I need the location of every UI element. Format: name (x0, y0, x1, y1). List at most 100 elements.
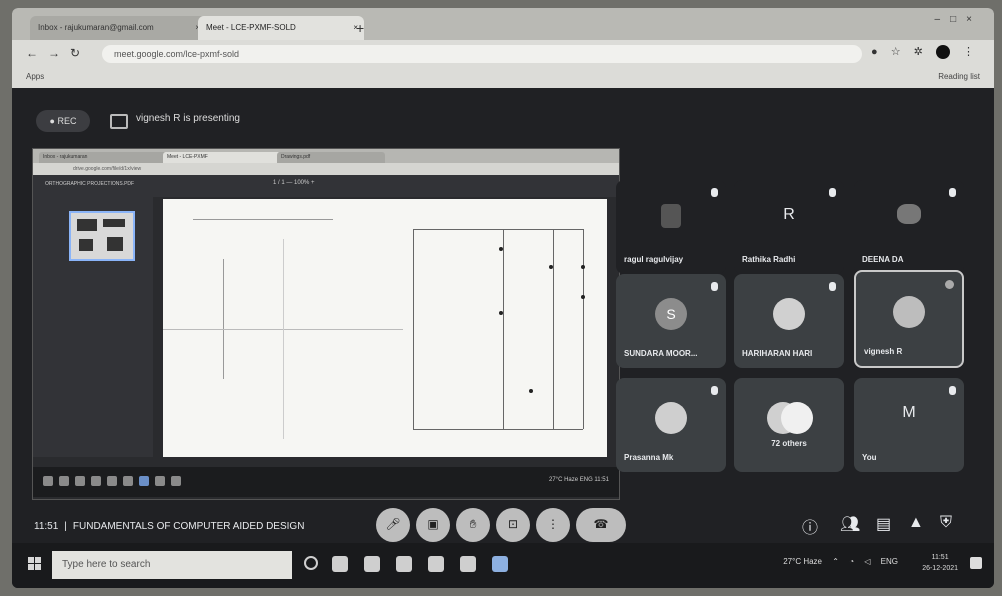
monitor-screen: Inbox - rajukumaran@gmail.com × Meet - L… (12, 8, 994, 588)
back-icon[interactable]: ← (26, 46, 38, 60)
mic-off-icon (829, 188, 836, 197)
presenting-status: vignesh R is presenting (136, 113, 240, 124)
participant-name: Rathika Radhi (742, 255, 796, 264)
present-icon: ⊡ (507, 517, 519, 531)
shared-screen: Inbox - rajukumaran Meet - LCE-PXMF Draw… (32, 148, 620, 500)
page-thumbnail (69, 211, 135, 261)
participant-tile[interactable]: ragul ragulvijay (616, 180, 726, 274)
participant-tile[interactable]: S SUNDARA MOOR... (616, 274, 726, 368)
shared-tab: Inbox - rajukumaran (39, 152, 167, 163)
cortana-icon[interactable] (304, 556, 318, 570)
participant-tile[interactable]: HARIHARAN HARI (734, 274, 844, 368)
profile-avatar[interactable] (935, 45, 950, 60)
present-screen-icon (110, 114, 128, 129)
participant-name: SUNDARA MOOR... (624, 349, 698, 358)
participant-name: DEENA DA (862, 255, 904, 264)
language-indicator[interactable]: ENG (881, 557, 898, 566)
reload-icon[interactable]: ↻ (70, 46, 80, 60)
extensions-icon[interactable]: ✲ (914, 46, 923, 58)
shared-tab: Drawings.pdf (277, 152, 385, 163)
self-initial: M (902, 404, 916, 421)
self-tile[interactable]: M You (854, 378, 964, 472)
more-options-button[interactable]: ⋮ (536, 508, 570, 542)
toolbar-icons: ● ☆ ✲ ⋮ (861, 45, 974, 60)
address-bar[interactable]: meet.google.com/lce-pxmf-sold (102, 45, 862, 63)
mic-off-icon (949, 386, 956, 395)
clock-time: 11:51 (931, 554, 949, 561)
browser-toolbar: ← → ↻ meet.google.com/lce-pxmf-sold ● ☆ … (12, 40, 994, 68)
recording-badge: ● REC (36, 110, 90, 132)
audio-icon (945, 280, 954, 289)
pdf-pager: 1 / 1 — 100% + (273, 180, 315, 186)
mic-button[interactable]: 🎤︎ (376, 508, 410, 542)
taskbar-search-input[interactable]: Type here to search (52, 551, 292, 579)
present-button[interactable]: ⊡ (496, 508, 530, 542)
leave-call-button[interactable]: ☎ (576, 508, 626, 542)
windows-start-icon[interactable] (28, 557, 42, 571)
mic-off-icon (949, 188, 956, 197)
participant-tile[interactable]: R Rathika Radhi (734, 180, 844, 274)
host-controls-icon[interactable]: ⛨ (940, 514, 952, 532)
edge-icon[interactable] (364, 556, 380, 572)
notification-icon[interactable] (970, 557, 982, 569)
participant-photo (781, 402, 813, 434)
pdf-drawing-page (163, 199, 607, 457)
bookmark-apps[interactable]: Apps (26, 72, 44, 81)
mic-off-icon (711, 282, 718, 291)
weather-status[interactable]: 27°C Haze (783, 557, 822, 566)
menu-icon[interactable]: ⋮ (963, 46, 974, 58)
task-view-icon[interactable] (332, 556, 348, 572)
raise-hand-button[interactable]: ✋︎ (456, 508, 490, 542)
camera-button[interactable]: ▣ (416, 508, 450, 542)
phone-end-icon: ☎ (593, 517, 609, 531)
participant-photo (897, 204, 921, 224)
shared-tab: Meet - LCE-PXMF (163, 152, 281, 163)
window-controls[interactable]: –□× (935, 14, 982, 25)
shared-tab-bar: Inbox - rajukumaran Meet - LCE-PXMF Draw… (33, 149, 619, 163)
hand-icon: ✋︎ (469, 517, 477, 531)
wifi-icon[interactable]: ◔ (849, 557, 854, 566)
browser-tab-meet[interactable]: Meet - LCE-PXMF-SOLD × (198, 16, 364, 40)
mail-icon[interactable] (396, 556, 412, 572)
tab-label: Meet - LCE-PXMF-SOLD (206, 23, 296, 32)
volume-icon[interactable]: ◁ (864, 557, 870, 566)
chat-icon[interactable]: ▤ (876, 514, 891, 534)
tray-arrow-icon[interactable]: ⌃ (832, 557, 839, 566)
bookmarks-bar: Apps Reading list (12, 68, 994, 89)
browser-tab-inbox[interactable]: Inbox - rajukumaran@gmail.com × (30, 16, 206, 40)
mic-off-icon (711, 188, 718, 197)
participant-name: Prasanna Mk (624, 453, 674, 462)
participant-avatar (655, 402, 687, 434)
others-count: 72 others (771, 439, 807, 448)
participant-tile[interactable]: DEENA DA (854, 180, 964, 274)
others-tile[interactable]: 72 others (734, 378, 844, 472)
info-icon[interactable]: ⓘ (802, 514, 818, 538)
photos-icon[interactable] (460, 556, 476, 572)
self-name: You (862, 453, 877, 462)
tab-label: Inbox - rajukumaran@gmail.com (38, 23, 154, 32)
new-tab-button[interactable]: + (356, 20, 364, 36)
participant-photo (893, 296, 925, 328)
shared-tray: 27°C Haze ENG 11:51 (549, 477, 609, 483)
store-icon[interactable] (428, 556, 444, 572)
participant-avatar: S (655, 298, 687, 330)
meet-area: ● REC vignesh R is presenting Inbox - ra… (12, 88, 994, 543)
mic-off-icon (711, 386, 718, 395)
meeting-info: 11:51 | FUNDAMENTALS OF COMPUTER AIDED DES… (34, 521, 305, 532)
participant-tile-presenter[interactable]: vignesh R (854, 270, 964, 368)
shared-taskbar: 27°C Haze ENG 11:51 (33, 467, 619, 497)
bookmark-reading-list[interactable]: Reading list (938, 72, 980, 81)
taskbar-clock[interactable]: 11:51 26-12-2021 (922, 552, 958, 574)
clock-date: 26-12-2021 (922, 565, 958, 572)
people-icon[interactable]: 👥︎ (840, 514, 860, 534)
chrome-icon[interactable] (492, 556, 508, 572)
pdf-filename: ORTHOGRAPHIC PROJECTIONS.PDF (45, 181, 135, 187)
participant-tile[interactable]: Prasanna Mk (616, 378, 726, 472)
system-tray: 27°C Haze ⌃ ◔ ◁ ENG (775, 557, 898, 566)
activities-icon[interactable]: ▲ (908, 514, 924, 532)
rec-label: REC (57, 116, 77, 126)
forward-icon[interactable]: → (48, 46, 60, 60)
camera-icon[interactable]: ● (871, 46, 878, 58)
participant-initial: R (783, 206, 795, 223)
star-icon[interactable]: ☆ (891, 46, 901, 58)
